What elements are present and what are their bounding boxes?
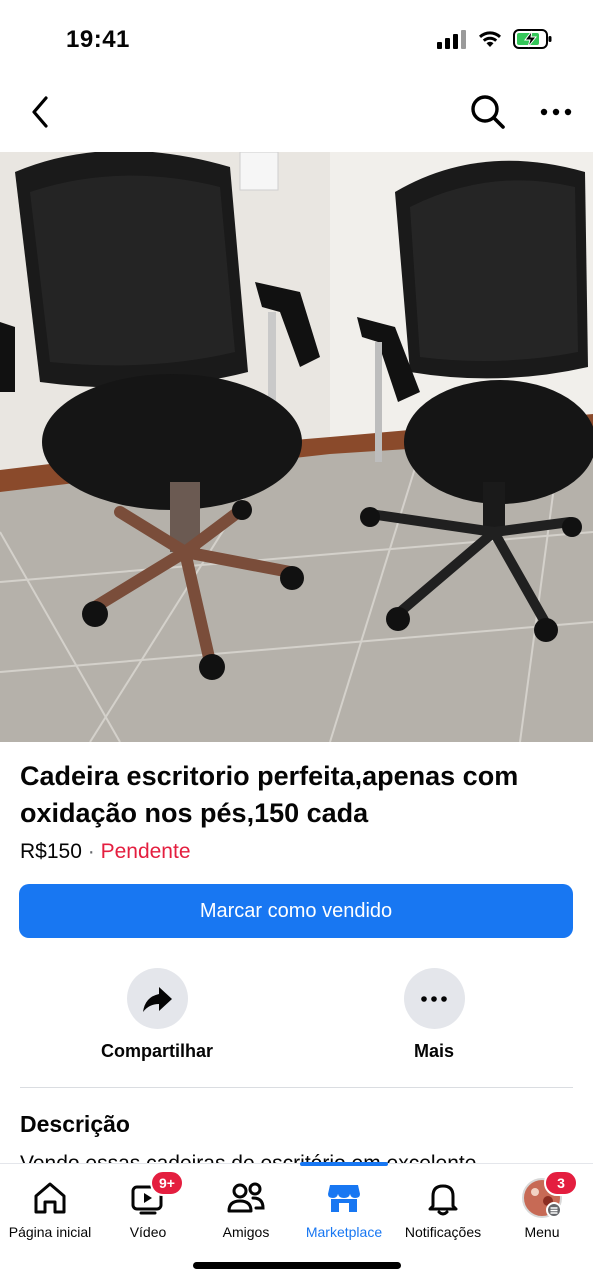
video-badge: 9+	[150, 1170, 184, 1196]
tab-menu-label: Menu	[524, 1224, 560, 1240]
share-button[interactable]: Compartilhar	[77, 968, 237, 1062]
bottom-tab-bar: Página inicial 9+ Vídeo Amigos Marketpla…	[0, 1162, 593, 1281]
signal-icon	[437, 30, 466, 49]
office-chairs-image	[0, 152, 593, 742]
listing-title: Cadeira escritorio perfeita,apenas com o…	[20, 761, 519, 828]
status-bar: 19:41	[0, 0, 593, 80]
mark-as-sold-button[interactable]: Marcar como vendido	[19, 884, 573, 938]
description-heading: Descrição	[20, 1111, 130, 1137]
tab-friends-label: Amigos	[222, 1224, 270, 1240]
video-icon: 9+	[126, 1170, 184, 1220]
nav-bar	[0, 80, 593, 150]
bell-icon	[421, 1176, 465, 1220]
friends-icon	[224, 1176, 268, 1220]
share-label: Compartilhar	[100, 1041, 214, 1061]
more-actions-button[interactable]: Mais	[354, 968, 514, 1062]
wifi-icon	[479, 31, 501, 47]
chevron-left-icon	[32, 96, 48, 128]
marketplace-icon	[322, 1176, 366, 1220]
price-line: R$150 · Pendente	[20, 838, 191, 866]
tab-friends[interactable]: Amigos	[196, 1176, 296, 1240]
share-circle	[126, 968, 188, 1029]
more-label: Mais	[413, 1041, 455, 1061]
share-icon	[143, 986, 172, 1012]
divider	[20, 1087, 573, 1088]
status-icons	[437, 28, 553, 50]
ellipsis-icon	[540, 108, 572, 116]
tab-marketplace[interactable]: Marketplace	[294, 1176, 394, 1240]
home-indicator	[193, 1262, 401, 1269]
back-button[interactable]	[20, 92, 60, 132]
tab-video-label: Vídeo	[129, 1224, 167, 1240]
menu-badge: 3	[544, 1170, 578, 1196]
tab-marketplace-label: Marketplace	[305, 1224, 383, 1240]
listing-photo[interactable]	[0, 152, 593, 742]
tab-video[interactable]: 9+ Vídeo	[98, 1170, 198, 1240]
listing-price: R$150	[20, 840, 82, 863]
home-icon	[28, 1176, 72, 1220]
tab-notifications-label: Notificações	[404, 1224, 482, 1240]
tab-menu[interactable]: 3 Menu	[492, 1170, 592, 1240]
more-circle	[403, 968, 465, 1029]
tab-home-label: Página inicial	[8, 1224, 92, 1240]
more-button[interactable]	[534, 92, 578, 132]
listing-status: Pendente	[100, 840, 191, 863]
active-tab-indicator	[300, 1162, 388, 1166]
price-separator: ·	[87, 840, 95, 863]
tab-notifications[interactable]: Notificações	[393, 1176, 493, 1240]
search-icon	[471, 95, 505, 129]
ellipsis-icon	[421, 995, 447, 1002]
battery-charging-icon	[513, 29, 552, 49]
tab-home[interactable]: Página inicial	[0, 1176, 100, 1240]
avatar-icon: 3	[520, 1170, 578, 1220]
search-button[interactable]	[466, 90, 510, 134]
status-time: 19:41	[66, 26, 130, 53]
